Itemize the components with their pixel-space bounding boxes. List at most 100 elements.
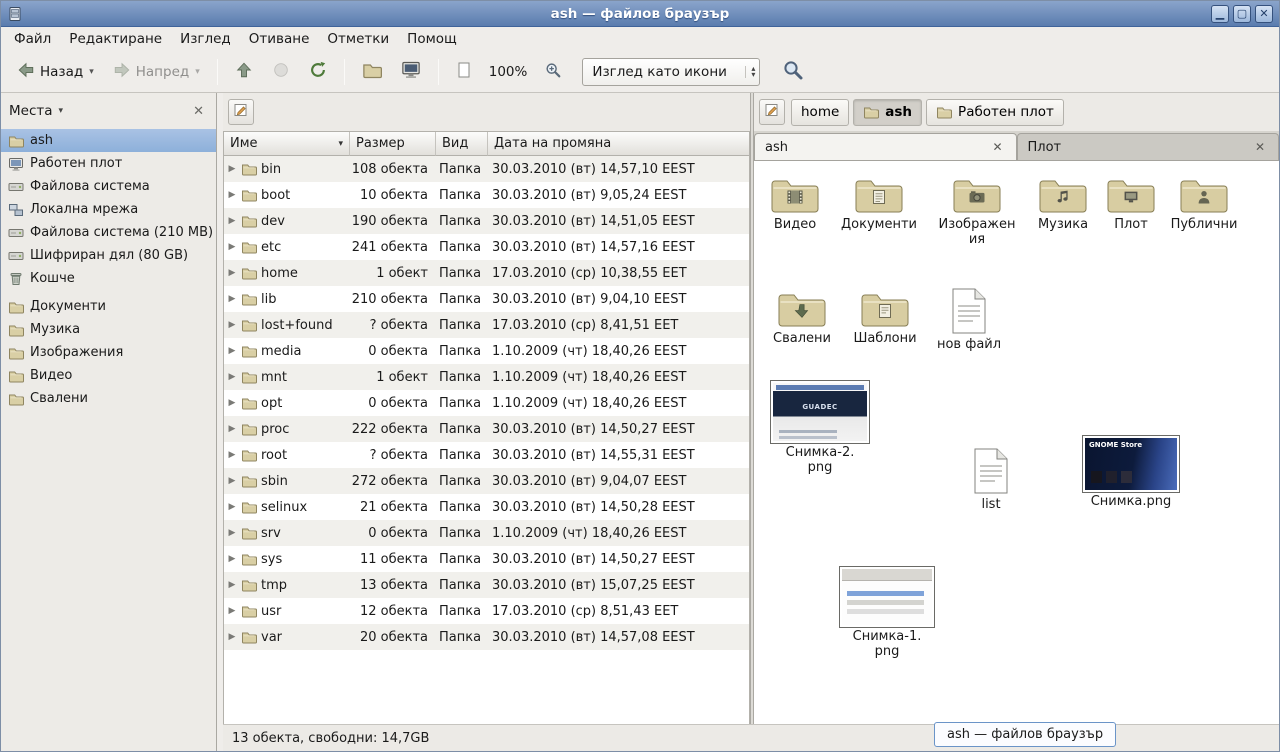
forward-history-dropdown-icon[interactable]: ▾	[195, 67, 200, 77]
sidebar-item-network[interactable]: Локална мрежа	[1, 198, 216, 221]
titlebar[interactable]: ash — файлов браузър ▁ ▢ ✕	[1, 1, 1279, 27]
sidebar-item-ash[interactable]: ash	[1, 129, 216, 152]
table-row[interactable]: ▶proc222 обектаПапка30.03.2010 (вт) 14,5…	[224, 416, 749, 442]
icon-view-item-snimka[interactable]: GNOME StoreСнимка.png	[1076, 436, 1186, 510]
sidebar-item-desktop[interactable]: Работен плот	[1, 152, 216, 175]
expander-icon[interactable]: ▶	[227, 320, 237, 330]
maximize-button[interactable]: ▢	[1233, 5, 1251, 23]
table-row[interactable]: ▶home1 обектПапка17.03.2010 (ср) 10,38,5…	[224, 260, 749, 286]
tab-ash[interactable]: ash✕	[754, 133, 1017, 160]
menu-bookmarks[interactable]: Отметки	[318, 28, 398, 50]
sidebar-item-documents[interactable]: Документи	[1, 295, 216, 318]
table-row[interactable]: ▶opt0 обектаПапка1.10.2009 (чт) 18,40,26…	[224, 390, 749, 416]
stop-button[interactable]	[264, 55, 298, 89]
table-row[interactable]: ▶var20 обектаПапка30.03.2010 (вт) 14,57,…	[224, 624, 749, 650]
sidebar-item-video[interactable]: Видео	[1, 364, 216, 387]
table-row[interactable]: ▶lost+found? обектаПапка17.03.2010 (ср) …	[224, 312, 749, 338]
table-row[interactable]: ▶etc241 обектаПапка30.03.2010 (вт) 14,57…	[224, 234, 749, 260]
view-mode-select[interactable]: Изглед като икони ▴▾	[582, 58, 760, 86]
zoom-in-button[interactable]	[536, 55, 570, 89]
column-header-size[interactable]: Размер	[350, 132, 436, 156]
expander-icon[interactable]: ▶	[227, 554, 237, 564]
table-row[interactable]: ▶dev190 обектаПапка30.03.2010 (вт) 14,51…	[224, 208, 749, 234]
sidebar-item-filesystem[interactable]: Файлова система	[1, 175, 216, 198]
expander-icon[interactable]: ▶	[227, 268, 237, 278]
expander-icon[interactable]: ▶	[227, 450, 237, 460]
back-history-dropdown-icon[interactable]: ▾	[89, 67, 94, 77]
sidebar-item-trash[interactable]: Кошче	[1, 267, 216, 290]
tab-close-icon[interactable]: ✕	[1252, 140, 1268, 154]
expander-icon[interactable]: ▶	[227, 346, 237, 356]
icon-view-item-public[interactable]: Публични	[1149, 175, 1259, 233]
menu-edit[interactable]: Редактиране	[60, 28, 171, 50]
sidebar-item-pictures[interactable]: Изображения	[1, 341, 216, 364]
zoom-normal-button[interactable]	[448, 55, 480, 89]
menu-go[interactable]: Отиване	[240, 28, 319, 50]
sidebar-item-downloads[interactable]: Свалени	[1, 387, 216, 410]
chevron-down-icon[interactable]: ▾	[59, 106, 64, 116]
back-button[interactable]: Назад ▾	[9, 55, 102, 89]
icon-view-item-snimka-1[interactable]: Снимка-1. png	[832, 567, 942, 660]
close-button[interactable]: ✕	[1255, 5, 1273, 23]
menu-help[interactable]: Помощ	[398, 28, 466, 50]
table-row[interactable]: ▶mnt1 обектПапка1.10.2009 (чт) 18,40,26 …	[224, 364, 749, 390]
tab-close-icon[interactable]: ✕	[989, 140, 1005, 154]
text-file-icon	[972, 447, 1010, 495]
table-row[interactable]: ▶srv0 обектаПапка1.10.2009 (чт) 18,40,26…	[224, 520, 749, 546]
sidebar-item-music[interactable]: Музика	[1, 318, 216, 341]
table-row[interactable]: ▶sbin272 обектаПапка30.03.2010 (вт) 9,04…	[224, 468, 749, 494]
sidebar-title[interactable]: Места	[9, 103, 53, 119]
icon-view-item-snimka-2[interactable]: GUADECСнимка-2. png	[765, 381, 875, 476]
sidebar-item-volume-210mb[interactable]: Файлова система (210 MB)	[1, 221, 216, 244]
column-header-name[interactable]: Име▾	[224, 132, 350, 156]
search-button[interactable]	[774, 53, 812, 91]
table-row[interactable]: ▶tmp13 обектаПапка30.03.2010 (вт) 15,07,…	[224, 572, 749, 598]
expander-icon[interactable]: ▶	[227, 424, 237, 434]
table-row[interactable]: ▶usr12 обектаПапка17.03.2010 (ср) 8,51,4…	[224, 598, 749, 624]
expander-icon[interactable]: ▶	[227, 216, 237, 226]
reload-button[interactable]	[301, 55, 335, 89]
home-button[interactable]	[354, 54, 390, 90]
expander-icon[interactable]: ▶	[227, 294, 237, 304]
up-button[interactable]	[227, 55, 261, 89]
sidebar-item-encrypted-80gb[interactable]: Шифриран дял (80 GB)	[1, 244, 216, 267]
menu-view[interactable]: Изглед	[171, 28, 240, 50]
expander-icon[interactable]: ▶	[227, 632, 237, 642]
icon-view-item-documents[interactable]: Документи	[824, 175, 934, 233]
icon-view-item-new-file[interactable]: нов файл	[914, 287, 1024, 353]
icon-view-item-list[interactable]: list	[936, 447, 1046, 513]
column-header-type[interactable]: Вид	[436, 132, 488, 156]
table-row[interactable]: ▶boot10 обектаПапка30.03.2010 (вт) 9,05,…	[224, 182, 749, 208]
expander-icon[interactable]: ▶	[227, 606, 237, 616]
table-row[interactable]: ▶sys11 обектаПапка30.03.2010 (вт) 14,50,…	[224, 546, 749, 572]
toggle-location-bar-button[interactable]	[228, 99, 254, 125]
column-header-date[interactable]: Дата на промяна	[488, 132, 749, 156]
expander-icon[interactable]: ▶	[227, 372, 237, 382]
expander-icon[interactable]: ▶	[227, 398, 237, 408]
table-row[interactable]: ▶bin108 обектаПапка30.03.2010 (вт) 14,57…	[224, 156, 749, 182]
table-row[interactable]: ▶media0 обектаПапка1.10.2009 (чт) 18,40,…	[224, 338, 749, 364]
menu-file[interactable]: Файл	[5, 28, 60, 50]
table-row[interactable]: ▶root? обектаПапка30.03.2010 (вт) 14,55,…	[224, 442, 749, 468]
table-row[interactable]: ▶lib210 обектаПапка30.03.2010 (вт) 9,04,…	[224, 286, 749, 312]
expander-icon[interactable]: ▶	[227, 502, 237, 512]
expander-icon[interactable]: ▶	[227, 164, 237, 174]
icon-view-canvas[interactable]: ВидеоДокументиИзображен ияМузикаПлотПубл…	[754, 161, 1279, 724]
tab-plot[interactable]: Плот✕	[1017, 133, 1280, 160]
minimize-button[interactable]: ▁	[1211, 5, 1229, 23]
computer-button[interactable]	[393, 54, 429, 90]
breadcrumb-desktop[interactable]: Работен плот	[926, 99, 1064, 126]
file-size: 272 обекта	[350, 468, 436, 494]
breadcrumb-ash[interactable]: ash	[853, 99, 922, 126]
expander-icon[interactable]: ▶	[227, 242, 237, 252]
expander-icon[interactable]: ▶	[227, 190, 237, 200]
expander-icon[interactable]: ▶	[227, 528, 237, 538]
expander-icon[interactable]: ▶	[227, 580, 237, 590]
forward-button[interactable]: Напред ▾	[105, 55, 208, 89]
expander-icon[interactable]: ▶	[227, 476, 237, 486]
breadcrumb-home[interactable]: home	[791, 99, 849, 126]
file-date: 17.03.2010 (ср) 10,38,55 EET	[488, 260, 749, 286]
toggle-location-bar-button[interactable]	[759, 99, 785, 125]
sidebar-close-icon[interactable]: ✕	[189, 103, 208, 120]
table-row[interactable]: ▶selinux21 обектаПапка30.03.2010 (вт) 14…	[224, 494, 749, 520]
